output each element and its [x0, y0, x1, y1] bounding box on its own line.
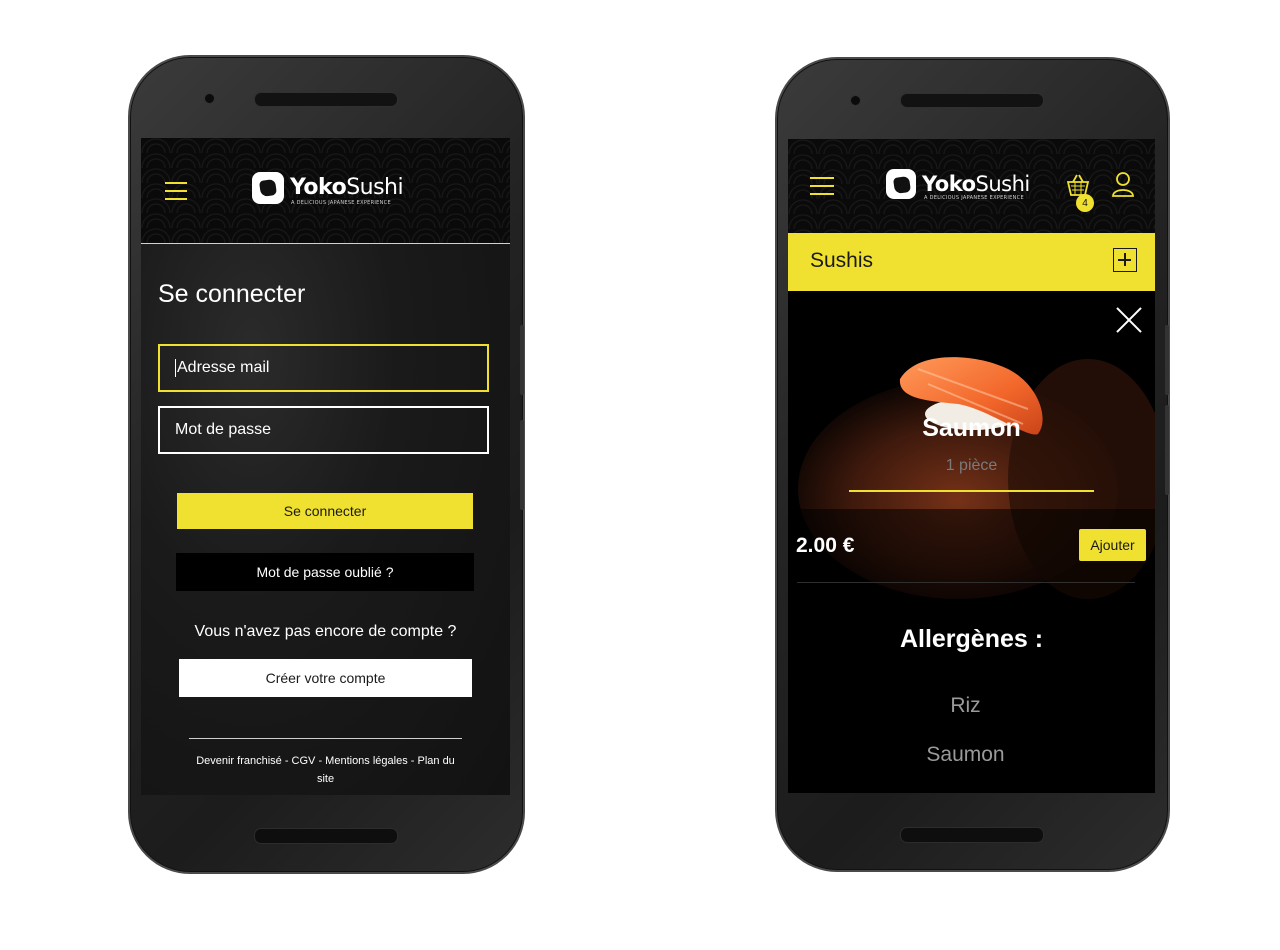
bottom-speaker	[900, 827, 1044, 843]
forgot-password-button[interactable]: Mot de passe oublié ?	[176, 553, 474, 591]
section-separator	[797, 582, 1135, 583]
add-to-cart-button[interactable]: Ajouter	[1079, 529, 1146, 561]
bottom-speaker	[254, 828, 398, 844]
password-field[interactable]: Mot de passe	[158, 406, 489, 454]
brand-tagline: A DELICIOUS JAPANESE EXPERIENCE	[924, 195, 1024, 201]
login-screen: YokoSushi A DELICIOUS JAPANESE EXPERIENC…	[141, 138, 510, 795]
close-icon[interactable]	[1115, 306, 1143, 334]
user-icon[interactable]	[1111, 171, 1135, 197]
logo-mark-icon	[886, 169, 916, 199]
text-caret	[175, 359, 176, 377]
menu-icon[interactable]	[810, 177, 834, 201]
brand-name: YokoSushi	[922, 172, 1030, 196]
expand-plus-icon[interactable]	[1113, 248, 1137, 272]
brand-tagline: A DELICIOUS JAPANESE EXPERIENCE	[291, 200, 391, 206]
product-screen: YokoSushi A DELICIOUS JAPANESE EXPERIENC…	[788, 139, 1155, 793]
page-title: Se connecter	[158, 280, 306, 308]
email-placeholder: Adresse mail	[177, 359, 270, 376]
allergen-item: Riz	[950, 694, 981, 717]
front-camera	[850, 95, 861, 106]
category-label: Sushis	[810, 249, 874, 272]
brand-name: YokoSushi	[290, 175, 404, 200]
logo-mark-icon	[252, 172, 284, 204]
app-header: YokoSushi A DELICIOUS JAPANESE EXPERIENC…	[788, 139, 1155, 233]
password-placeholder: Mot de passe	[175, 421, 272, 438]
footer-links[interactable]: Devenir franchisé - CGV - Mentions légal…	[189, 752, 462, 788]
earpiece-speaker	[900, 93, 1044, 108]
category-accordion[interactable]: Sushis	[788, 233, 1155, 291]
app-header: YokoSushi A DELICIOUS JAPANESE EXPERIENC…	[141, 138, 510, 244]
product-price: 2.00 €	[796, 534, 855, 557]
footer-divider	[189, 738, 462, 739]
product-pieces: 1 pièce	[945, 457, 998, 474]
front-camera	[204, 93, 215, 104]
volume-button	[1165, 405, 1169, 495]
menu-icon[interactable]	[165, 182, 187, 206]
power-button	[1165, 325, 1169, 395]
email-field[interactable]: Adresse mail	[158, 344, 489, 392]
allergens-title: Allergènes :	[899, 625, 1044, 653]
allergen-item: Saumon	[926, 743, 1005, 766]
volume-button	[520, 420, 524, 510]
no-account-text: Vous n'avez pas encore de compte ?	[194, 623, 457, 640]
product-name: Saumon	[922, 414, 1021, 442]
earpiece-speaker	[254, 92, 398, 107]
login-button[interactable]: Se connecter	[177, 493, 473, 529]
product-divider	[849, 490, 1094, 492]
create-account-button[interactable]: Créer votre compte	[179, 659, 472, 697]
cart-count-badge: 4	[1076, 194, 1094, 212]
power-button	[520, 325, 524, 395]
